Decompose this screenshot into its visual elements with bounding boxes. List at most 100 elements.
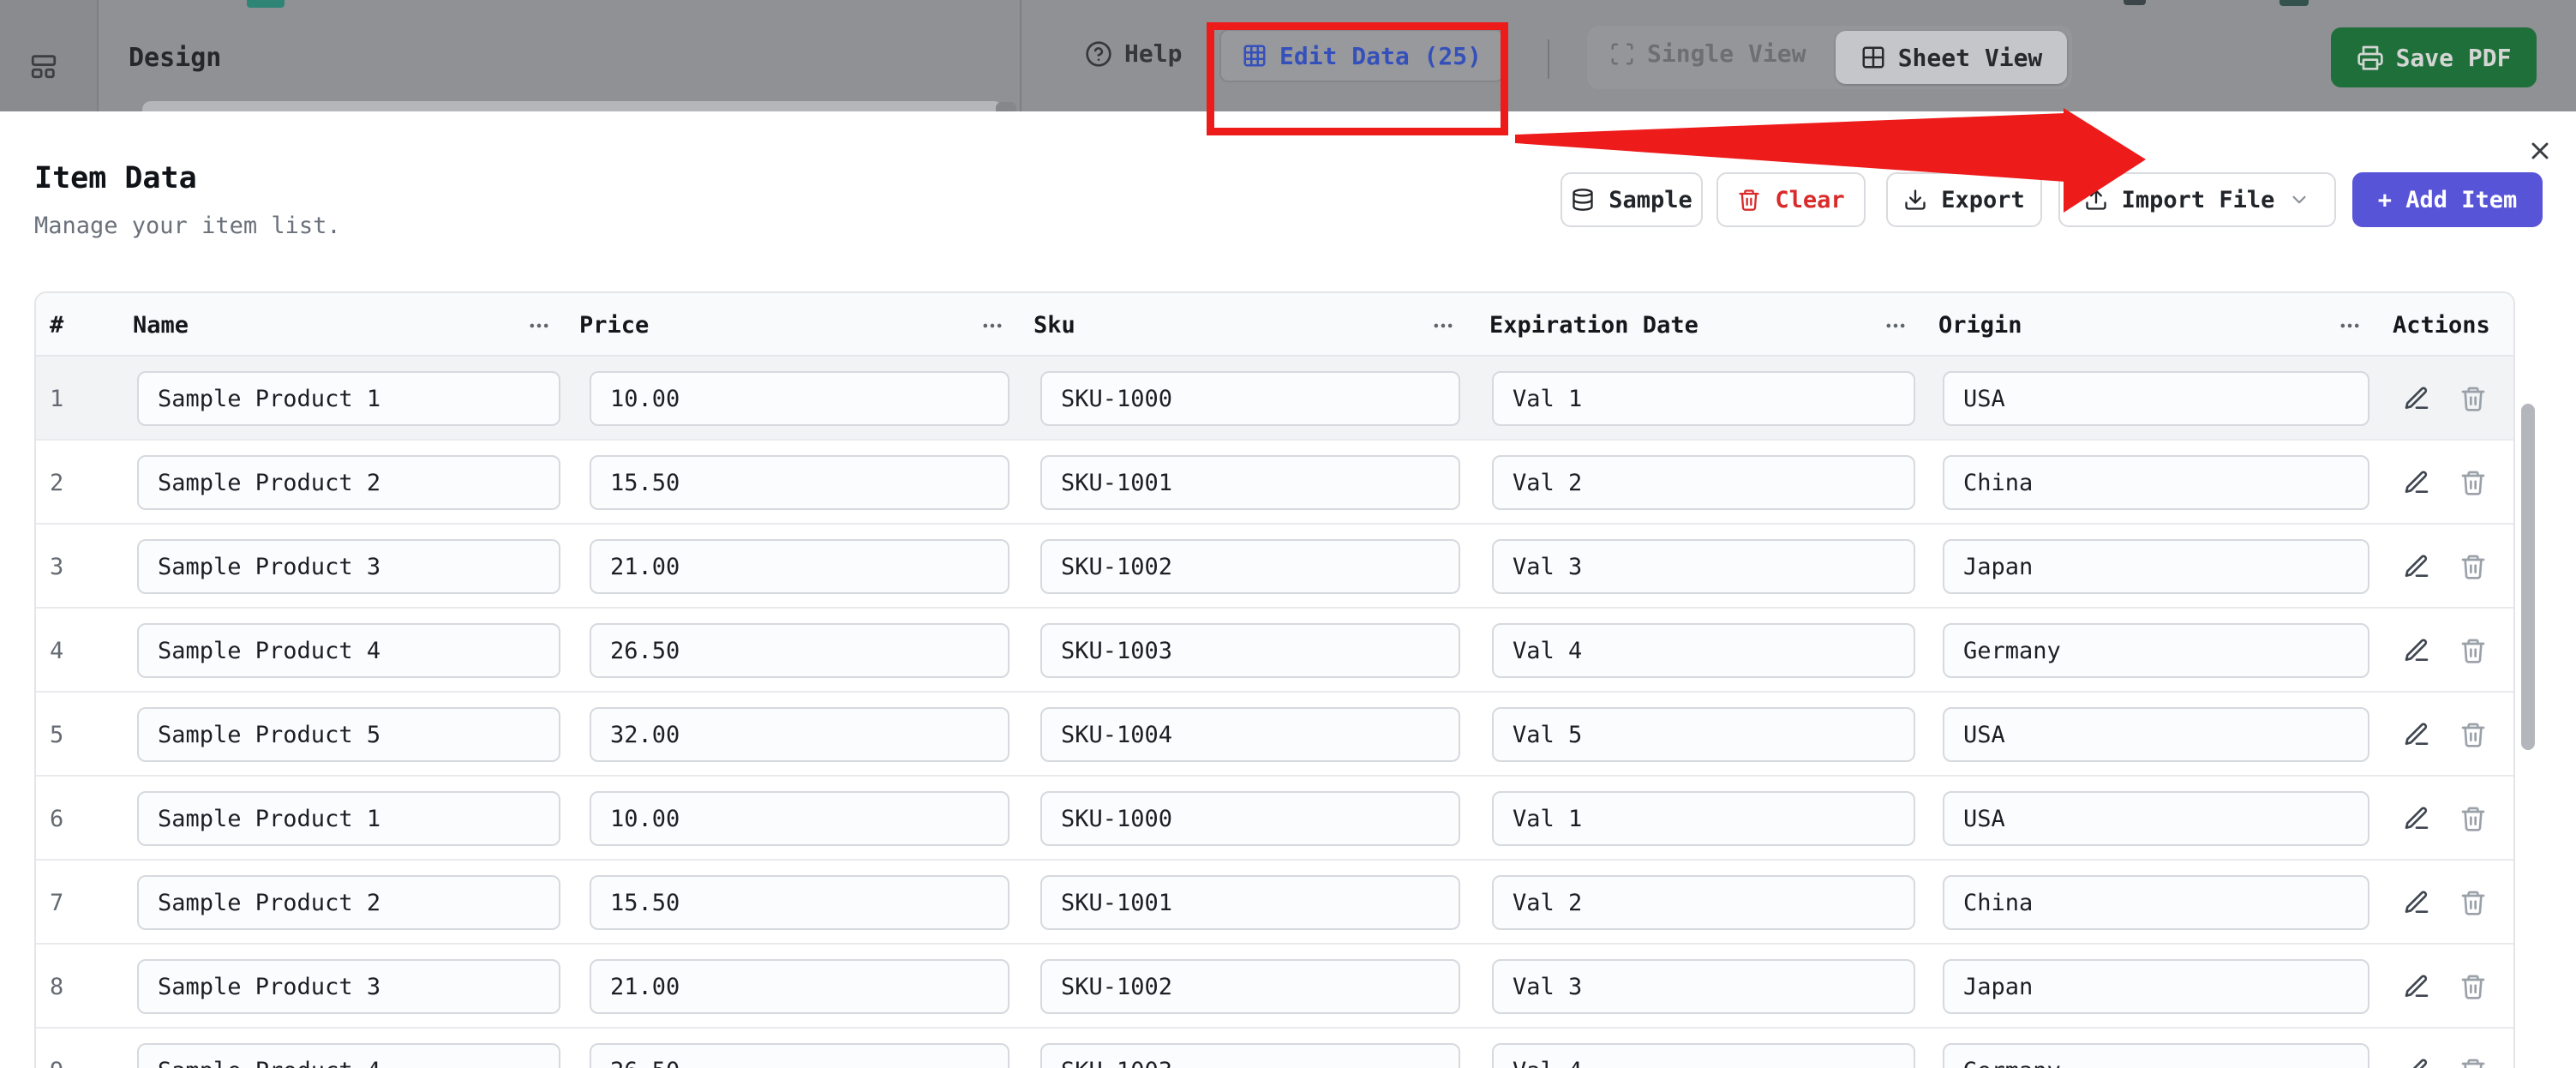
add-item-button[interactable]: + Add Item	[2352, 172, 2543, 227]
origin-input[interactable]	[1943, 455, 2369, 510]
row-index: 3	[50, 525, 118, 609]
table-body: 1 2	[36, 357, 2513, 1068]
expiration-input[interactable]	[1492, 959, 1915, 1014]
name-input[interactable]	[137, 1043, 560, 1068]
column-menu-icon[interactable]	[1884, 314, 1908, 338]
delete-trash-icon[interactable]	[2459, 973, 2487, 1000]
price-input[interactable]	[590, 791, 1009, 846]
origin-input[interactable]	[1943, 1043, 2369, 1068]
delete-trash-icon[interactable]	[2459, 721, 2487, 748]
delete-trash-icon[interactable]	[2459, 553, 2487, 580]
panel-divider	[1020, 0, 1021, 111]
edit-pencil-icon[interactable]	[2403, 973, 2430, 1000]
toolbar-divider	[1548, 39, 1549, 79]
expiration-input[interactable]	[1492, 707, 1915, 762]
delete-trash-icon[interactable]	[2459, 889, 2487, 916]
printer-icon	[2357, 44, 2384, 71]
delete-trash-icon[interactable]	[2459, 1057, 2487, 1068]
annotation-arrow	[1508, 93, 2151, 221]
name-input[interactable]	[137, 539, 560, 594]
sheet-view-label: Sheet View	[1898, 44, 2043, 72]
sku-input[interactable]	[1040, 371, 1460, 426]
sku-input[interactable]	[1040, 707, 1460, 762]
name-input[interactable]	[137, 791, 560, 846]
sku-input[interactable]	[1040, 539, 1460, 594]
save-pdf-button[interactable]: Save PDF	[2331, 27, 2537, 87]
name-input[interactable]	[137, 623, 560, 678]
edit-pencil-icon[interactable]	[2403, 385, 2430, 412]
edit-pencil-icon[interactable]	[2403, 721, 2430, 748]
name-input[interactable]	[137, 875, 560, 930]
delete-trash-icon[interactable]	[2459, 469, 2487, 496]
left-sidebar-strip	[0, 0, 99, 111]
origin-input[interactable]	[1943, 959, 2369, 1014]
price-input[interactable]	[590, 371, 1009, 426]
price-input[interactable]	[590, 707, 1009, 762]
name-input[interactable]	[137, 959, 560, 1014]
edit-pencil-icon[interactable]	[2403, 1057, 2430, 1068]
sku-input[interactable]	[1040, 875, 1460, 930]
origin-input[interactable]	[1943, 623, 2369, 678]
expiration-input[interactable]	[1492, 1043, 1915, 1068]
delete-trash-icon[interactable]	[2459, 385, 2487, 412]
edit-pencil-icon[interactable]	[2403, 637, 2430, 664]
sku-input[interactable]	[1040, 959, 1460, 1014]
row-index: 4	[50, 609, 118, 693]
edit-pencil-icon[interactable]	[2403, 889, 2430, 916]
sku-input[interactable]	[1040, 455, 1460, 510]
sku-input[interactable]	[1040, 623, 1460, 678]
expiration-input[interactable]	[1492, 371, 1915, 426]
add-item-label: + Add Item	[2378, 187, 2518, 213]
edit-pencil-icon[interactable]	[2403, 469, 2430, 496]
vertical-scrollbar[interactable]	[2521, 404, 2535, 750]
expiration-input[interactable]	[1492, 791, 1915, 846]
price-input[interactable]	[590, 455, 1009, 510]
edit-pencil-icon[interactable]	[2403, 553, 2430, 580]
column-menu-icon[interactable]	[1431, 314, 1455, 338]
column-menu-icon[interactable]	[2338, 314, 2362, 338]
name-input[interactable]	[137, 707, 560, 762]
sku-input[interactable]	[1040, 1043, 1460, 1068]
price-input[interactable]	[590, 539, 1009, 594]
expiration-input[interactable]	[1492, 875, 1915, 930]
origin-input[interactable]	[1943, 539, 2369, 594]
table-row: 3	[36, 525, 2513, 609]
origin-input[interactable]	[1943, 875, 2369, 930]
origin-input[interactable]	[1943, 791, 2369, 846]
col-header-origin: Origin	[1938, 293, 2022, 357]
col-header-actions: Actions	[2393, 293, 2490, 357]
single-view-tab[interactable]: Single View	[1609, 39, 1806, 68]
delete-trash-icon[interactable]	[2459, 637, 2487, 664]
row-index: 9	[50, 1029, 118, 1068]
edit-pencil-icon[interactable]	[2403, 805, 2430, 832]
sheet-view-tab[interactable]: Sheet View	[1836, 31, 2067, 84]
delete-trash-icon[interactable]	[2459, 805, 2487, 832]
price-input[interactable]	[590, 959, 1009, 1014]
help-circle-icon	[1085, 40, 1112, 68]
cutoff-fragment	[2279, 0, 2309, 6]
view-toggle-group: Single View Sheet View	[1587, 26, 2072, 89]
column-menu-icon[interactable]	[527, 314, 551, 338]
price-input[interactable]	[590, 623, 1009, 678]
column-menu-icon[interactable]	[980, 314, 1004, 338]
annotation-highlight-rectangle	[1207, 22, 1508, 135]
name-input[interactable]	[137, 455, 560, 510]
sku-input[interactable]	[1040, 791, 1460, 846]
app-window: Design Help Edit Data (25)	[0, 0, 2576, 1068]
col-header-price: Price	[579, 293, 649, 357]
chevron-down-icon	[2288, 189, 2310, 211]
save-pdf-label: Save PDF	[2396, 44, 2512, 72]
expiration-input[interactable]	[1492, 623, 1915, 678]
origin-input[interactable]	[1943, 371, 2369, 426]
price-input[interactable]	[590, 875, 1009, 930]
name-input[interactable]	[137, 371, 560, 426]
cutoff-fragment	[247, 0, 285, 8]
price-input[interactable]	[590, 1043, 1009, 1068]
col-header-expiration: Expiration Date	[1489, 293, 1698, 357]
expiration-input[interactable]	[1492, 455, 1915, 510]
help-button[interactable]: Help	[1085, 39, 1182, 68]
expiration-input[interactable]	[1492, 539, 1915, 594]
origin-input[interactable]	[1943, 707, 2369, 762]
page-title: Design	[129, 43, 221, 73]
close-icon[interactable]	[2521, 132, 2559, 170]
